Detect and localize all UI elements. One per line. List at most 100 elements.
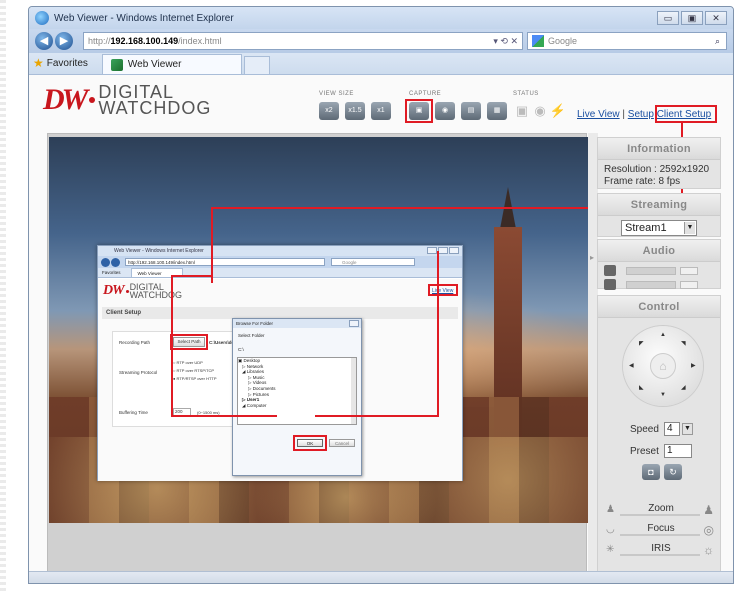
address-tools[interactable]: ▾ ⟲ ✕ [493, 36, 522, 47]
tree-item: ◢ Computer [242, 402, 267, 408]
focus-near-icon[interactable]: ◡ [606, 524, 615, 535]
inner-back-icon [101, 257, 110, 267]
pan-left-icon[interactable]: ◀ [629, 362, 634, 369]
audio-title: Audio [598, 240, 720, 262]
speed-label: Speed [630, 424, 659, 435]
focus-track [620, 534, 700, 536]
back-button[interactable]: ◀ [35, 32, 53, 50]
browse-caption: Select Folder [238, 333, 265, 338]
capture-label: CAPTURE [409, 91, 442, 97]
new-tab-button[interactable] [243, 56, 270, 74]
inner-forward-icon [111, 257, 120, 267]
inner-favorites: Favorites [102, 270, 121, 275]
view-size-x1-button[interactable]: x1 [371, 102, 391, 120]
preset-input[interactable]: 1 [664, 444, 692, 458]
protocol-udp: ○ RTP over UDP [173, 360, 203, 365]
pan-up-right-icon[interactable]: ◥ [681, 340, 686, 347]
view-size-x2-button[interactable]: x2 [319, 102, 339, 120]
focus-far-icon[interactable]: ◎ [704, 523, 714, 537]
snapshot-button[interactable]: ◉ [435, 102, 455, 120]
address-path: /index.html [178, 36, 222, 46]
tab-label: Web Viewer [127, 59, 182, 70]
logo-text: DIGITAL WATCHDOG [98, 83, 212, 118]
home-icon[interactable]: ⌂ [650, 353, 676, 379]
resolution-text: Resolution : 2592x1920 [604, 164, 710, 175]
highlight-fullscreen [405, 99, 433, 123]
frame-rate-text: Frame rate: 8 fps [604, 176, 681, 187]
inner-title: Web Viewer - Windows Internet Explorer [114, 248, 204, 254]
record-button[interactable]: ▤ [461, 102, 481, 120]
print-button[interactable]: ▦ [487, 102, 507, 120]
connector-line-left [211, 207, 213, 283]
motion-status-icon: ◉ [534, 103, 546, 118]
speaker-icon[interactable] [604, 265, 616, 276]
iris-open-icon[interactable]: ☼ [703, 543, 714, 557]
speed-chevron-down-icon[interactable]: ▼ [682, 423, 693, 435]
title-bar: Web Viewer - Windows Internet Explorer ▭… [29, 7, 733, 29]
live-video[interactable]: Web Viewer - Windows Internet Explorer h… [49, 137, 589, 523]
close-button[interactable]: ✕ [705, 11, 727, 25]
browse-current-path: C:\ [238, 347, 244, 352]
alarm-status-icon: ▣ [515, 103, 529, 118]
speaker-volume-slider[interactable] [626, 266, 676, 275]
inner-logo-dot [125, 289, 129, 293]
zoom-in-icon[interactable]: ♟ [703, 503, 714, 517]
minimize-button[interactable]: ▭ [657, 11, 679, 25]
stream-select-value: Stream1 [625, 222, 667, 234]
pan-up-icon[interactable]: ▲ [660, 332, 666, 338]
search-input[interactable]: Google ⌕ [527, 32, 727, 50]
preset-set-button[interactable]: ◘ [642, 464, 660, 480]
speed-select[interactable]: 4 [664, 422, 680, 436]
tree-item-label: Pictures [252, 391, 269, 397]
inner-search: Google [331, 258, 415, 266]
forward-button[interactable]: ▶ [55, 32, 73, 50]
stream-select[interactable]: Stream1 ▼ [621, 220, 697, 236]
address-host: 192.168.100.149 [110, 36, 179, 46]
browse-title: Browse For Folder [236, 321, 274, 326]
highlight-inner-live-view [428, 284, 458, 296]
page-margin-rule [0, 0, 6, 591]
favorites-button[interactable]: ★ Favorites [33, 56, 88, 70]
tree-item-label: Desktop [243, 358, 261, 363]
protocol-http: ● RTP/RTSP over HTTP [173, 376, 217, 381]
search-icon[interactable]: ⌕ [715, 36, 726, 47]
status-label: STATUS [513, 91, 539, 97]
protocol-udp-label: RTP over UDP [176, 360, 203, 365]
mic-volume-slider[interactable] [626, 280, 676, 289]
tree-item-label: Libraries [246, 369, 264, 375]
tab-bar: ★ Favorites Web Viewer [29, 53, 733, 75]
iris-control[interactable]: ✳ IRIS ☼ [606, 542, 714, 558]
pan-right-icon[interactable]: ▶ [691, 362, 696, 369]
inner-nav: http://192.168.100.149/index.html Google [98, 256, 462, 268]
zoom-out-icon[interactable]: ♟ [606, 504, 615, 515]
dw-logo: DW DIGITAL WATCHDOG [43, 83, 211, 117]
logo-text-line-2: WATCHDOG [98, 98, 212, 118]
browser-window: Web Viewer - Windows Internet Explorer ▭… [28, 6, 734, 584]
iris-close-icon[interactable]: ✳ [606, 544, 614, 555]
zoom-control[interactable]: ♟ Zoom ♟ [606, 502, 714, 518]
highlight-select-path [170, 334, 208, 350]
browse-close-icon [349, 320, 359, 327]
window-title: Web Viewer - Windows Internet Explorer [54, 12, 234, 24]
pan-down-icon[interactable]: ▼ [660, 392, 666, 398]
status-bar [29, 571, 733, 583]
tree-item-label: Computer [246, 402, 267, 408]
preset-go-button[interactable]: ↻ [664, 464, 682, 480]
audio-panel: Audio [597, 239, 721, 290]
pan-down-left-icon[interactable]: ◣ [639, 384, 644, 391]
setup-link[interactable]: Setup [628, 109, 654, 120]
star-icon: ★ [33, 56, 44, 70]
pan-down-right-icon[interactable]: ◢ [681, 384, 686, 391]
microphone-icon[interactable] [604, 279, 616, 290]
focus-control[interactable]: ◡ Focus ◎ [606, 522, 714, 538]
connector-line-ok-right [315, 415, 439, 417]
tab-web-viewer[interactable]: Web Viewer [101, 54, 242, 74]
view-size-x1-5-button[interactable]: x1.5 [345, 102, 365, 120]
pan-up-left-icon[interactable]: ◤ [639, 340, 644, 347]
live-view-link[interactable]: Live View [577, 109, 620, 120]
inner-logo-text: DIGITAL WATCHDOG [130, 283, 183, 300]
address-bar[interactable]: http:// 192.168.100.149 /index.html ▾ ⟲ … [83, 32, 523, 50]
maximize-button[interactable]: ▣ [681, 11, 703, 25]
protocol-rtsp-tcp-label: RTP over RTSP/TCP [176, 368, 215, 373]
ptz-joystick[interactable]: ▲ ▼ ◀ ▶ ◤ ◥ ◣ ◢ ⌂ [623, 326, 703, 406]
